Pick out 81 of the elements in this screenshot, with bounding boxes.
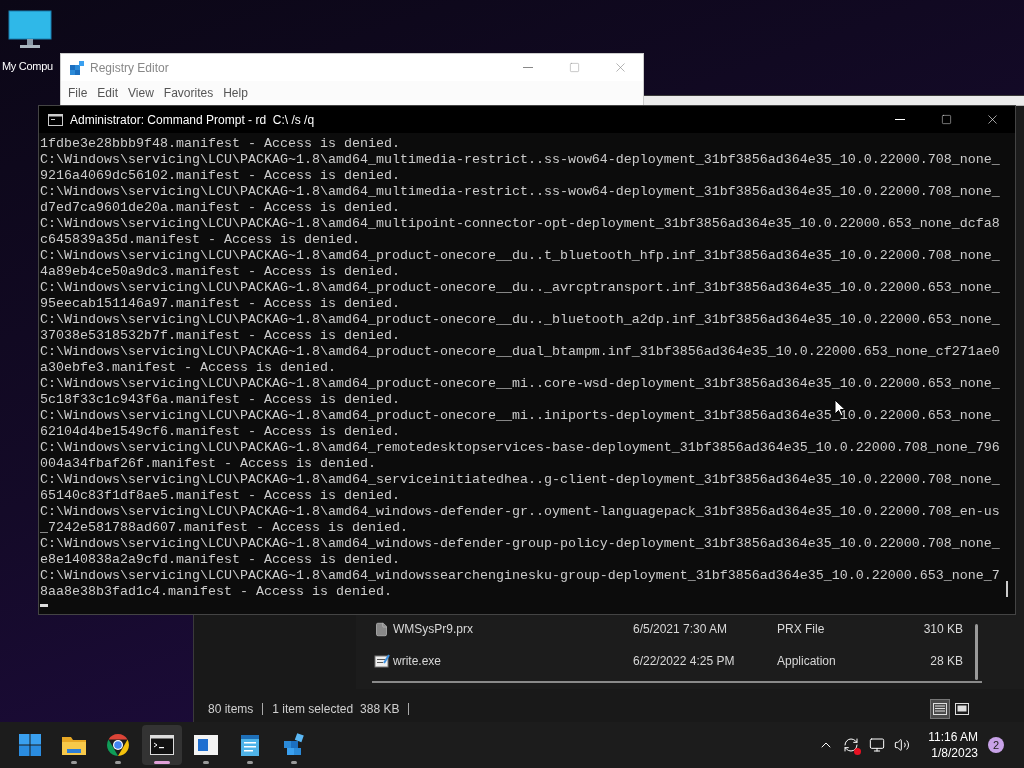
console-line: c645839a35d.manifest - Access is denied. xyxy=(40,232,360,248)
console-line: C:\Windows\servicing\LCU\PACKAG~1.8\amd64_serviceinitiatedhea..g-client-deployment_31bf3856ad364e35_10.0.22000.708_none_ xyxy=(40,472,1000,488)
menu-item[interactable]: File xyxy=(63,84,93,102)
terminal-icon xyxy=(48,113,63,126)
maximize-icon xyxy=(940,114,952,125)
console-line: C:\Windows\servicing\LCU\PACKAG~1.8\amd64_product-onecore__du.._bluetooth_a2dp.inf_31bf3856ad364e35_10.0.22000.653_none_ xyxy=(40,312,1000,328)
list-icon xyxy=(933,703,948,715)
console-line: C:\Windows\servicing\LCU\PACKAG~1.8\amd64_multimedia-restrict..ss-wow64-deployment_31bf3856ad364e35_10.0.22000.708_none_ xyxy=(40,184,1000,200)
console-line: 1fdbe3e28bbb9f48.manifest - Access is denied. xyxy=(40,136,400,152)
notepad-icon xyxy=(240,733,260,757)
console-line: 65140c83f1df8ae5.manifest - Access is denied. xyxy=(40,488,400,504)
menu-item[interactable]: Edit xyxy=(92,84,124,102)
window-icon xyxy=(194,735,218,755)
selection-status: 1 item selected xyxy=(272,701,354,718)
cubes-icon xyxy=(282,733,306,757)
file-date: 6/22/2022 4:25 PM xyxy=(633,653,736,670)
browser-icon xyxy=(106,733,130,757)
console-line: 9216a4069dc56102.manifest - Access is denied. xyxy=(40,168,400,184)
menu-item[interactable]: View xyxy=(123,84,159,102)
terminal-icon xyxy=(150,735,174,755)
file-size: 28 KB xyxy=(929,653,963,670)
console-line: 8aa8e38b3fad1c4.manifest - Access is denied. xyxy=(40,584,392,600)
console-line: e8e140838a2a9cfd.manifest - Access is denied. xyxy=(40,552,400,568)
menu-item[interactable]: Favorites xyxy=(158,84,219,102)
running-indicator xyxy=(291,761,297,764)
window-title: Administrator: Command Prompt - rd C:\ /s /q xyxy=(70,111,315,129)
file-date: 6/5/2021 7:30 AM xyxy=(633,621,729,638)
console-line: C:\Windows\servicing\LCU\PACKAG~1.8\amd64_product-onecore__mi..iniports-deployment_31bf3856ad364e35_10.0.22000.653_none_ xyxy=(40,408,1000,424)
running-indicator xyxy=(247,761,253,764)
sync-icon[interactable] xyxy=(843,737,860,753)
file-type: Application xyxy=(777,653,837,670)
console-line: 4a89eb4ce50a9dc3.manifest - Access is denied. xyxy=(40,264,400,280)
window-title: Registry Editor xyxy=(90,59,169,77)
scrollbar-thumb[interactable] xyxy=(1006,581,1008,597)
cubes-icon xyxy=(69,59,85,76)
console-line: d7ed7ca9601de20a.manifest - Access is denied. xyxy=(40,200,400,216)
running-indicator xyxy=(71,761,77,764)
selection-size: 388 KB xyxy=(360,701,400,718)
volume-icon[interactable] xyxy=(894,737,911,753)
file-size: 310 KB xyxy=(922,621,963,638)
file-icon xyxy=(374,621,389,637)
desktop-icon-label[interactable]: My Compu xyxy=(2,58,53,75)
console-line: 62104d4be1549cf6.manifest - Access is denied. xyxy=(40,424,400,440)
console-line: 95eecab151146a97.manifest - Access is denied. xyxy=(40,296,400,312)
console-line: C:\Windows\servicing\LCU\PACKAG~1.8\amd64_remotedesktopservices-base-deployment_31bf3856ad364e35_10.0.22000.708_none_796 xyxy=(40,440,1000,456)
console-line: C:\Windows\servicing\LCU\PACKAG~1.8\amd64_product-onecore__mi..core-wsd-deployment_31bf3856ad364e35_10.0.22000.653_none_ xyxy=(40,376,1000,392)
console-line: 5c18f33c1c943f6a.manifest - Access is denied. xyxy=(40,392,400,408)
menu-item[interactable]: Help xyxy=(218,84,253,102)
scrollbar-thumb[interactable] xyxy=(975,624,978,680)
console-line: C:\Windows\servicing\LCU\PACKAG~1.8\amd64_multipoint-connector-opt-deployment_31bf3856ad364e35_10.0.22000.653_none_dcfa8 xyxy=(40,216,1000,232)
running-indicator xyxy=(154,761,170,764)
taskbar-button[interactable] xyxy=(142,725,182,765)
preview-icon xyxy=(955,703,970,715)
notification-badge[interactable]: 2 xyxy=(988,737,1004,753)
file-name[interactable]: write.exe xyxy=(393,652,633,670)
app-icon xyxy=(374,653,390,669)
monitor-icon[interactable] xyxy=(8,10,52,50)
item-count: 80 items xyxy=(208,701,254,718)
text-cursor xyxy=(40,604,48,607)
console-line: C:\Windows\servicing\LCU\PACKAG~1.8\amd64_windows-defender-group-policy-deployment_31bf3856ad364e35_10.0.22000.708_none_ xyxy=(40,536,1000,552)
console-line: 004a34fbaf26f.manifest - Access is denied. xyxy=(40,456,376,472)
running-indicator xyxy=(203,761,209,764)
console-line: C:\Windows\servicing\LCU\PACKAG~1.8\amd64_multimedia-restrict..ss-wow64-deployment_31bf3856ad364e35_10.0.22000.708_none_ xyxy=(40,152,1000,168)
windows-logo-icon xyxy=(18,733,42,757)
minimize-icon xyxy=(895,119,905,120)
file-name[interactable]: WMSysPr9.prx xyxy=(393,620,633,638)
console-line: C:\Windows\servicing\LCU\PACKAG~1.8\amd64_windows-defender-gr..oyment-languagepack_31bf3856ad364e35_10.0.22000.708_en-us xyxy=(40,504,1000,520)
clock[interactable]: 11:16 AM 1/8/2023 xyxy=(928,729,978,761)
minimize-icon xyxy=(523,67,533,68)
file-type: PRX File xyxy=(777,621,826,638)
running-indicator xyxy=(115,761,121,764)
details-view-button[interactable] xyxy=(930,699,951,719)
console-line: 37038e5318532b7f.manifest - Access is denied. xyxy=(40,328,400,344)
maximize-icon xyxy=(568,62,580,73)
console-line: C:\Windows\servicing\LCU\PACKAG~1.8\amd64_windowssearchenginesku-group-deployment_31bf3856ad364e35_10.0.22000.653_none_7 xyxy=(40,568,1000,584)
console-line: C:\Windows\servicing\LCU\PACKAG~1.8\amd64_product-onecore__dual_btampm.inf_31bf3856ad364e35_10.0.22000.653_none_cf271ae0 xyxy=(40,344,1000,360)
console-line: C:\Windows\servicing\LCU\PACKAG~1.8\amd64_product-onecore__du.._avrcptransport.inf_31bf3856ad364e35_10.0.22000.653_none_ xyxy=(40,280,1000,296)
console-line: C:\Windows\servicing\LCU\PACKAG~1.8\amd64_product-onecore__du..t_bluetooth_hfp.inf_31bf3856ad364e35_10.0.22000.708_none_ xyxy=(40,248,1000,264)
folder-icon xyxy=(61,734,87,756)
console-line: a30ebfe3.manifest - Access is denied. xyxy=(40,360,336,376)
console-line: _7242e581788ad607.manifest - Access is denied. xyxy=(40,520,408,536)
